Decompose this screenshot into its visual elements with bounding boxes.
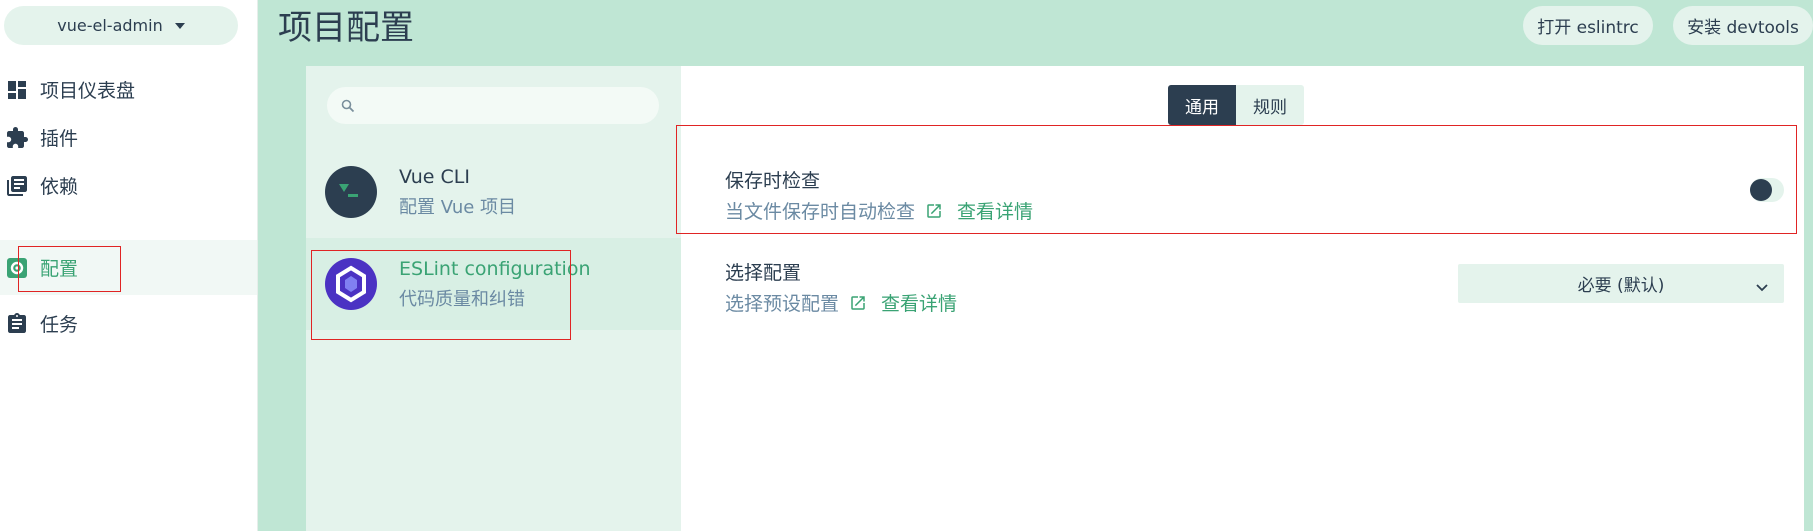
config-item-subtitle: 代码质量和纠错 (399, 289, 525, 310)
main-content: 项目配置 打开 eslintrc 安装 devtools Vue CLI 配置 … (258, 0, 1813, 531)
open-in-new-icon[interactable] (925, 202, 943, 220)
eslint-logo (325, 258, 377, 310)
project-name: vue-el-admin (57, 16, 163, 35)
setting-description: 当文件保存时自动检查 (725, 201, 916, 223)
vue-cli-logo (325, 166, 377, 218)
more-info-link[interactable]: 查看详情 (881, 289, 957, 316)
puzzle-icon (4, 125, 30, 151)
config-panel: Vue CLI 配置 Vue 项目 ESLint configuration 代… (306, 66, 1804, 531)
library-books-icon (4, 173, 30, 199)
select-value: 必要 (默认) (1577, 276, 1665, 296)
page-title: 项目配置 (278, 8, 414, 48)
config-item-title: Vue CLI (399, 166, 470, 188)
settings-icon (4, 255, 30, 281)
preset-config-select[interactable]: 必要 (默认) (1458, 264, 1784, 303)
open-eslintrc-button[interactable]: 打开 eslintrc (1523, 6, 1653, 45)
sidebar-item-label: 项目仪表盘 (40, 80, 136, 102)
sidebar-item-plugins[interactable]: 插件 (0, 110, 257, 165)
sidebar-item-tasks[interactable]: 任务 (0, 296, 257, 351)
search-box[interactable] (327, 87, 659, 124)
install-devtools-button[interactable]: 安装 devtools (1673, 6, 1813, 45)
tab-rules[interactable]: 规则 (1236, 85, 1304, 125)
open-in-new-icon[interactable] (849, 294, 867, 312)
config-list: Vue CLI 配置 Vue 项目 ESLint configuration 代… (306, 66, 681, 531)
chevron-down-icon (1756, 277, 1768, 297)
search-input[interactable] (363, 91, 647, 122)
setting-description: 选择预设配置 (725, 293, 840, 315)
tab-general[interactable]: 通用 (1168, 85, 1236, 125)
sidebar-item-label: 依赖 (40, 176, 79, 198)
tab-bar: 通用 规则 (1168, 85, 1304, 125)
assignment-icon (4, 311, 30, 337)
config-item-eslint[interactable]: ESLint configuration 代码质量和纠错 (306, 238, 681, 330)
setting-name: 选择配置 (725, 262, 802, 284)
setting-lint-on-save: 保存时检查 当文件保存时自动检查 查看详情 (725, 166, 1033, 224)
search-icon (341, 98, 355, 117)
sidebar-item-label: 配置 (40, 258, 79, 280)
sidebar-item-config[interactable]: 配置 (0, 240, 257, 295)
sidebar-item-dashboard[interactable]: 项目仪表盘 (0, 62, 257, 117)
config-item-title: ESLint configuration (399, 258, 591, 280)
sidebar: vue-el-admin 项目仪表盘 插件 依赖 配置 任务 (0, 0, 257, 531)
caret-down-icon (174, 20, 185, 31)
lint-on-save-toggle[interactable] (1750, 178, 1784, 202)
toggle-knob (1750, 179, 1772, 201)
sidebar-item-label: 任务 (40, 314, 79, 336)
project-selector[interactable]: vue-el-admin (4, 6, 238, 45)
sidebar-item-label: 插件 (40, 128, 79, 150)
config-item-vue-cli[interactable]: Vue CLI 配置 Vue 项目 (306, 146, 681, 238)
dashboard-icon (4, 77, 30, 103)
sidebar-item-dependencies[interactable]: 依赖 (0, 158, 257, 213)
setting-name: 保存时检查 (725, 170, 821, 192)
more-info-link[interactable]: 查看详情 (957, 197, 1033, 224)
config-item-subtitle: 配置 Vue 项目 (399, 197, 517, 218)
setting-select-config: 选择配置 选择预设配置 查看详情 (725, 258, 957, 316)
